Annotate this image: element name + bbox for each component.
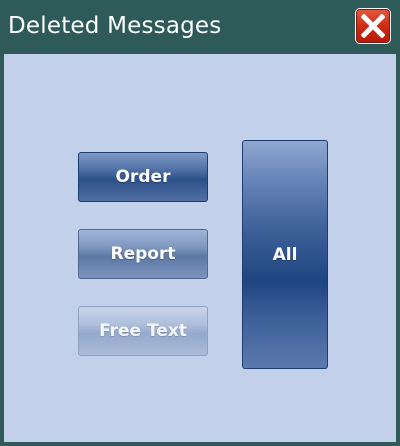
dialog-content: Order Report Free Text All <box>4 54 396 442</box>
close-button[interactable] <box>355 8 391 44</box>
free-text-button[interactable]: Free Text <box>78 306 208 356</box>
title-bar: Deleted Messages <box>0 0 400 54</box>
order-button[interactable]: Order <box>78 152 208 202</box>
window-title: Deleted Messages <box>8 13 222 39</box>
all-button[interactable]: All <box>242 140 328 369</box>
deleted-messages-window: Deleted Messages Order Report Free Text … <box>0 0 400 446</box>
report-button[interactable]: Report <box>78 229 208 279</box>
close-x-icon <box>361 14 385 38</box>
